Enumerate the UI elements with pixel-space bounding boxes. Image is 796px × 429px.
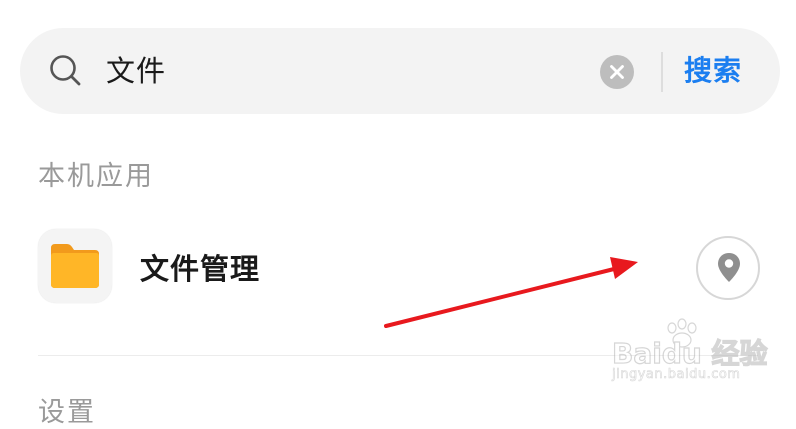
location-pin-icon[interactable] bbox=[696, 236, 760, 300]
folder-icon[interactable] bbox=[38, 229, 112, 303]
watermark-url: jingyan.baidu.com bbox=[612, 367, 741, 383]
search-button[interactable]: 搜索 bbox=[684, 48, 742, 94]
clear-icon[interactable] bbox=[600, 55, 634, 89]
search-bar[interactable]: 文件 搜索 bbox=[20, 28, 780, 114]
section-header-settings: 设置 bbox=[38, 397, 96, 428]
search-input[interactable]: 文件 bbox=[106, 48, 166, 94]
watermark-brand: Baidu 经验 bbox=[611, 336, 768, 370]
search-icon bbox=[47, 52, 85, 90]
search-divider bbox=[661, 52, 663, 92]
app-result-row[interactable]: 文件管理 bbox=[0, 222, 796, 318]
watermark: Baidu 经验 jingyan.baidu.com bbox=[611, 318, 782, 388]
section-header-local-apps: 本机应用 bbox=[38, 161, 154, 192]
app-name[interactable]: 文件管理 bbox=[140, 246, 260, 288]
